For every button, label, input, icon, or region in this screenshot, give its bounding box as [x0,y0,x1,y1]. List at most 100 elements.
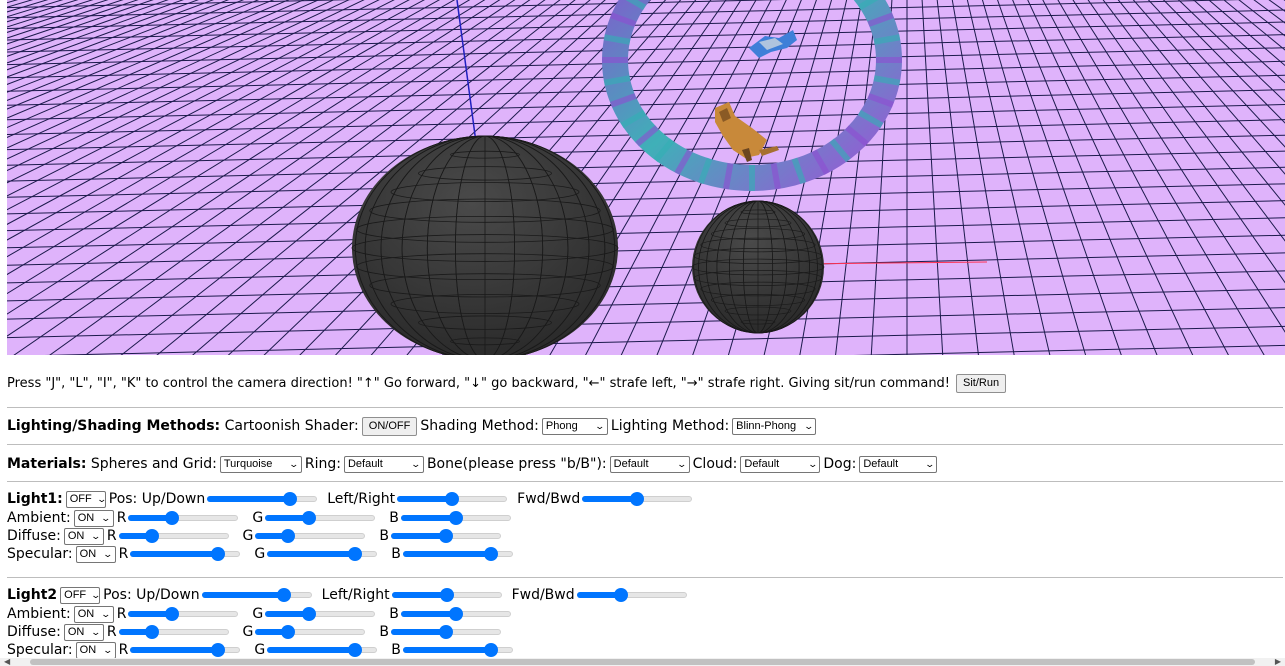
slider-fill [130,551,219,557]
light2-diffuse-b-slider[interactable] [391,624,502,640]
light2-fwdbwd-slider[interactable] [576,587,687,603]
slider-thumb[interactable] [448,607,463,621]
light2-updown-slider[interactable] [201,587,312,603]
sit-run-button[interactable]: Sit/Run [956,373,1007,393]
chevron-down-icon: ⌄ [100,512,112,523]
chevron-down-icon: ⌄ [807,458,818,469]
slider-thumb[interactable] [211,547,226,561]
dog-material-value: Default [863,458,899,470]
scroll-right-icon[interactable]: ▶ [1275,657,1281,666]
slider-thumb[interactable] [211,643,226,657]
slider-fill [130,647,219,653]
light1-position-row: Light1: OFF ⌄ Pos: Up/Down Left/Right Fwd… [7,490,694,508]
slider-fill [267,647,356,653]
slider-thumb[interactable] [483,643,498,657]
light2-leftright-slider[interactable] [391,587,502,603]
light1-diffuse-b-slider[interactable] [391,528,502,544]
chevron-down-icon: ⌄ [803,420,814,431]
slider-thumb[interactable] [281,625,296,639]
light2-state-select-value: OFF [64,589,87,601]
light1-specular-g-slider[interactable] [267,546,378,562]
slider-fill [201,592,285,598]
slider-thumb[interactable] [302,511,317,525]
light1-diffuse-r-slider[interactable] [118,528,229,544]
slider-thumb[interactable] [144,529,159,543]
dog-material-select[interactable]: Default ⌄ [859,455,938,473]
divider [7,444,1283,445]
light2-specular-r-slider[interactable] [130,642,241,658]
light2-ambient-g-slider[interactable] [265,606,376,622]
slider-thumb[interactable] [348,547,363,561]
light2-ambient-b-slider[interactable] [400,606,511,622]
shading-value: Phong [545,420,578,432]
slider-thumb[interactable] [165,511,180,525]
light2-ambient-select-value: ON [77,608,95,620]
slider-thumb[interactable] [348,643,363,657]
light2-position-row: Light2 OFF ⌄ Pos: Up/Down Left/Right Fwd/… [7,586,689,604]
light1-updown-slider[interactable] [207,491,318,507]
light2-diffuse-r-slider[interactable] [118,624,229,640]
light1-diffuse-g-slider[interactable] [255,528,366,544]
spheres-material-select[interactable]: Turquoise ⌄ [219,455,302,473]
light1-specular-select[interactable]: ON ⌄ [75,545,116,563]
g-label: G [252,606,264,622]
materials-row: Materials: Spheres and Grid: Turquoise ⌄ … [7,455,940,473]
b-label: B [379,624,390,640]
light1-ambient-b-slider[interactable] [400,510,511,526]
light2-specular-g-slider[interactable] [267,642,378,658]
slider-thumb[interactable] [439,588,454,602]
slider-thumb[interactable] [613,588,628,602]
slider-thumb[interactable] [277,588,292,602]
slider-thumb[interactable] [439,625,454,639]
light1-ambient-r-slider[interactable] [128,510,239,526]
bone-material-select[interactable]: Default ⌄ [609,455,690,473]
light1-diffuse-select[interactable]: ON ⌄ [63,527,104,545]
light2-state-select[interactable]: OFF ⌄ [60,586,101,604]
light1-state-select-value: OFF [69,493,92,505]
light1-state-select[interactable]: OFF ⌄ [65,490,107,508]
slider-thumb[interactable] [630,492,645,506]
horizontal-scrollbar[interactable]: ◀ ▶ [0,657,1285,666]
chevron-down-icon: ⌄ [594,420,606,431]
slider-thumb[interactable] [302,607,317,621]
slider-thumb[interactable] [165,607,180,621]
light1-ambient-select[interactable]: ON ⌄ [73,509,114,527]
light1-leftright-slider[interactable] [397,491,508,507]
shading-select[interactable]: Phong ⌄ [541,417,608,435]
light2-heading: Light2 [7,587,58,603]
cloud-material-select[interactable]: Default ⌄ [740,455,821,473]
light1-specular-b-slider[interactable] [402,546,513,562]
cartoon-toggle-button[interactable]: ON/OFF [361,416,418,436]
light1-specular-r-slider[interactable] [130,546,241,562]
b-label: B [379,528,390,544]
light2-diffuse-g-slider[interactable] [255,624,366,640]
slider-thumb[interactable] [445,492,460,506]
instructions-text: Press "J", "L", "I", "K" to control the … [7,375,951,391]
slider-fill [267,551,356,557]
light1-ambient-g-slider[interactable] [265,510,376,526]
slider-thumb[interactable] [448,511,463,525]
light1-fwdbwd-slider[interactable] [582,491,693,507]
webgl-canvas[interactable] [7,0,1285,355]
bone-label: Bone(please press "b/B"): [426,456,607,472]
scroll-left-icon[interactable]: ◀ [4,657,10,666]
light2-diffuse-select[interactable]: ON ⌄ [63,623,104,641]
slider-thumb[interactable] [483,547,498,561]
dog-label: Dog: [823,456,857,472]
r-label: R [106,528,117,544]
lighting-method-select[interactable]: Blinn-Phong ⌄ [732,417,817,435]
scrollbar-thumb[interactable] [30,659,1255,665]
light2-specular-select[interactable]: ON ⌄ [75,641,116,659]
slider-thumb[interactable] [282,492,297,506]
slider-thumb[interactable] [439,529,454,543]
light2-ambient-r-slider[interactable] [128,606,239,622]
light1-specular-label: Specular: [7,546,73,562]
g-label: G [252,510,264,526]
light1-diffuse-select-value: ON [67,530,85,542]
light2-ambient-select[interactable]: ON ⌄ [73,605,114,623]
light2-specular-b-slider[interactable] [402,642,513,658]
r-label: R [116,606,127,622]
slider-thumb[interactable] [144,625,159,639]
ring-material-select[interactable]: Default ⌄ [343,455,424,473]
slider-thumb[interactable] [281,529,296,543]
